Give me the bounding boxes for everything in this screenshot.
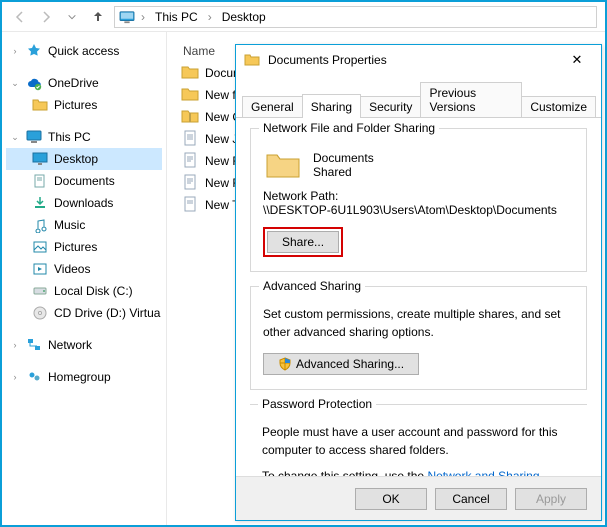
group-title: Advanced Sharing [259, 279, 365, 293]
dialog-title: Documents Properties [268, 53, 561, 67]
sidebar-cd-drive[interactable]: CD Drive (D:) Virtua [6, 302, 162, 324]
pc-icon [119, 10, 135, 24]
advanced-description: Set custom permissions, create multiple … [263, 305, 574, 341]
cancel-button[interactable]: Cancel [435, 488, 507, 510]
expand-icon[interactable]: › [10, 372, 20, 382]
forward-button[interactable] [36, 7, 56, 27]
shield-icon [278, 357, 292, 371]
password-change-text: To change this setting, use the Network … [262, 469, 575, 476]
advanced-sharing-label: Advanced Sharing... [296, 357, 404, 371]
star-icon [26, 43, 42, 59]
share-name: Documents [313, 151, 374, 165]
back-button[interactable] [10, 7, 30, 27]
sidebar-this-pc[interactable]: ⌄ This PC [6, 126, 162, 148]
up-button[interactable] [88, 7, 108, 27]
group-network-sharing: Network File and Folder Sharing Document… [250, 128, 587, 272]
chevron-right-icon: › [141, 10, 145, 24]
breadcrumb-leaf[interactable]: Desktop [218, 8, 270, 26]
network-icon [26, 337, 42, 353]
expand-icon[interactable]: › [10, 340, 20, 350]
documents-icon [32, 173, 48, 189]
sidebar-onedrive-pictures[interactable]: Pictures [6, 94, 162, 116]
folder-icon [32, 97, 48, 113]
address-box[interactable]: › This PC › Desktop [114, 6, 597, 28]
close-button[interactable]: ✕ [561, 52, 593, 68]
sidebar-quick-access[interactable]: › Quick access [6, 40, 162, 62]
homegroup-icon [26, 369, 42, 385]
folder-icon [244, 52, 260, 68]
folder-icon [181, 86, 199, 105]
tab-strip: General Sharing Security Previous Versio… [236, 75, 601, 118]
sidebar-pictures[interactable]: Pictures [6, 236, 162, 258]
properties-dialog: Documents Properties ✕ General Sharing S… [235, 44, 602, 521]
sidebar-local-disk[interactable]: Local Disk (C:) [6, 280, 162, 302]
password-description: People must have a user account and pass… [262, 423, 575, 459]
network-path: \\DESKTOP-6U1L903\Users\Atom\Desktop\Doc… [263, 203, 574, 217]
dialog-titlebar[interactable]: Documents Properties ✕ [236, 45, 601, 75]
sidebar-desktop[interactable]: Desktop [6, 148, 162, 170]
tab-sharing[interactable]: Sharing [302, 94, 361, 117]
zip-icon [181, 108, 199, 127]
download-icon [32, 195, 48, 211]
collapse-icon[interactable]: ⌄ [10, 78, 20, 89]
apply-button[interactable]: Apply [515, 488, 587, 510]
advanced-sharing-button[interactable]: Advanced Sharing... [263, 353, 419, 375]
tab-customize[interactable]: Customize [521, 96, 596, 117]
doc-icon [181, 130, 199, 149]
network-path-label: Network Path: [263, 189, 574, 203]
recent-dropdown-icon[interactable] [62, 7, 82, 27]
shared-folder-icon [265, 149, 301, 181]
rtf-icon [181, 152, 199, 171]
sidebar-downloads[interactable]: Downloads [6, 192, 162, 214]
breadcrumb-root[interactable]: This PC [151, 8, 202, 26]
desktop-icon [32, 151, 48, 167]
address-bar: › This PC › Desktop [2, 2, 605, 32]
tab-previous-versions[interactable]: Previous Versions [420, 82, 522, 117]
sidebar-network[interactable]: › Network [6, 334, 162, 356]
drive-icon [32, 283, 48, 299]
highlight-box: Share... [263, 227, 343, 257]
folder-icon [181, 64, 199, 83]
group-title: Network File and Folder Sharing [259, 121, 439, 135]
sidebar-documents[interactable]: Documents [6, 170, 162, 192]
share-button[interactable]: Share... [267, 231, 339, 253]
music-icon [32, 217, 48, 233]
pictures-icon [32, 239, 48, 255]
txt-icon [181, 196, 199, 215]
ok-button[interactable]: OK [355, 488, 427, 510]
sidebar-music[interactable]: Music [6, 214, 162, 236]
chevron-right-icon: › [208, 10, 212, 24]
group-advanced-sharing: Advanced Sharing Set custom permissions,… [250, 286, 587, 390]
nav-tree: › Quick access ⌄ OneDrive Pictures ⌄ Thi… [2, 32, 167, 525]
rtf-icon [181, 174, 199, 193]
sidebar-homegroup[interactable]: › Homegroup [6, 366, 162, 388]
expand-icon[interactable]: › [10, 46, 20, 56]
tab-page-sharing: Network File and Folder Sharing Document… [236, 118, 601, 476]
group-password-protection: Password Protection People must have a u… [250, 404, 587, 476]
share-state: Shared [313, 165, 374, 179]
tab-security[interactable]: Security [360, 96, 421, 117]
videos-icon [32, 261, 48, 277]
monitor-icon [26, 129, 42, 145]
collapse-icon[interactable]: ⌄ [10, 132, 20, 143]
cloud-icon [26, 75, 42, 91]
tab-general[interactable]: General [242, 96, 303, 117]
group-title: Password Protection [258, 397, 376, 411]
sidebar-videos[interactable]: Videos [6, 258, 162, 280]
sidebar-onedrive[interactable]: ⌄ OneDrive [6, 72, 162, 94]
disc-icon [32, 305, 48, 321]
dialog-footer: OK Cancel Apply [236, 476, 601, 520]
